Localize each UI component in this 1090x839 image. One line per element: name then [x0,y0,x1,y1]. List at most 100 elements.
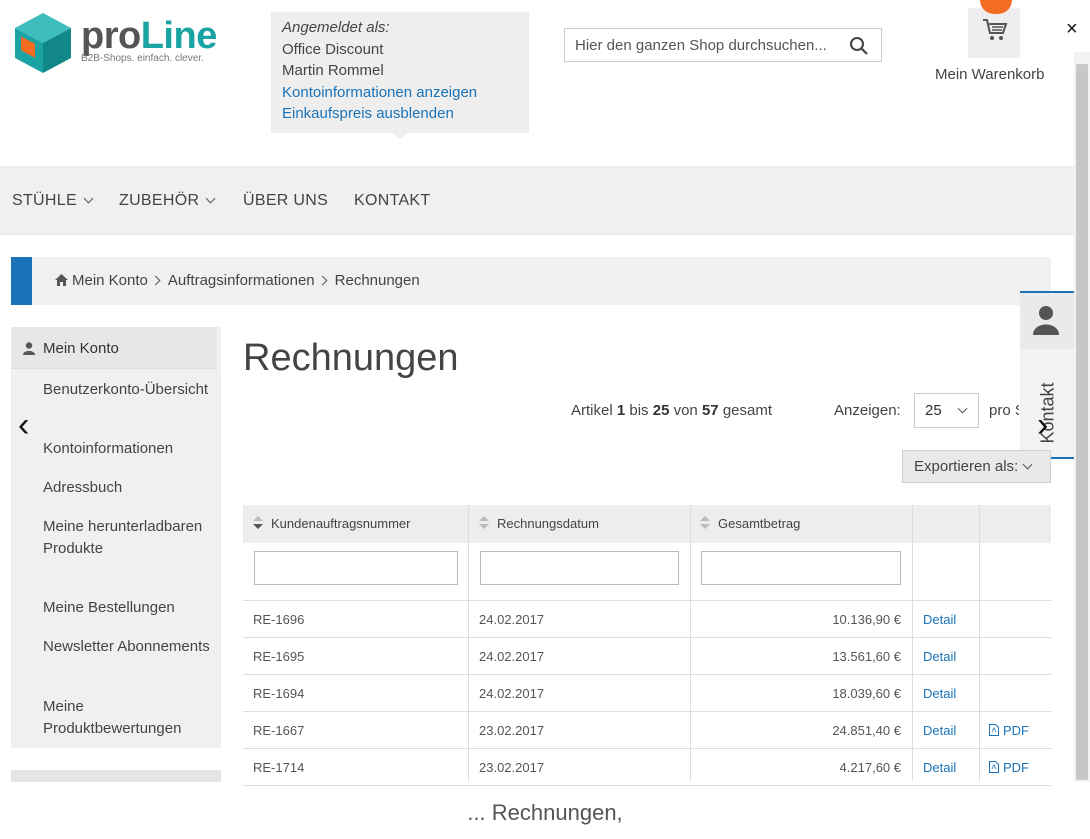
page-title: Rechnungen [243,337,459,379]
logo-tagline: B2B-Shops. einfach. clever. [81,53,204,64]
cell-total: 4.217,60 € [839,760,901,775]
cart-label[interactable]: Mein Warenkorb [935,66,1044,83]
nav-item-zubehoer[interactable]: ZUBEHÖR [119,192,216,210]
cell-order-number: RE-1695 [253,649,305,664]
table-row: RE-1695 24.02.2017 13.561,60 € Detail [243,638,1051,675]
sort-icon [700,516,710,530]
chevron-down-icon [205,193,216,204]
home-icon[interactable] [55,274,68,286]
cell-invoice-date: 24.02.2017 [479,686,545,701]
search-icon[interactable] [849,36,869,56]
breadcrumb-order-info[interactable]: Auftragsinformationen [168,272,315,289]
sidebar-item-orders[interactable]: Meine Bestellungen [43,597,213,619]
user-icon [23,342,35,355]
breadcrumb-my-account[interactable]: Mein Konto [72,272,148,289]
sidebar-item-address-book[interactable]: Adressbuch [43,477,213,499]
col-header-invoice-date[interactable]: Rechnungsdatum [479,516,599,531]
col-header-total[interactable]: Gesamtbetrag [700,516,800,531]
nav-item-kontakt[interactable]: KONTAKT [354,192,430,210]
user-icon [1033,306,1059,335]
detail-link[interactable]: Detail [923,686,956,701]
main-navigation: STÜHLE ZUBEHÖR ÜBER UNS KONTAKT [0,166,1074,235]
breadcrumb-accent-bar [11,257,32,305]
cell-total: 13.561,60 € [832,649,901,664]
detail-link[interactable]: Detail [923,649,956,664]
table-header: Kundenauftragsnummer Rechnungsdatum Gesa… [243,505,1051,543]
login-info: Angemeldet als: Office Discount Martin R… [271,12,529,140]
cell-invoice-date: 23.02.2017 [479,760,545,775]
arrow-left-icon[interactable]: ‹ [18,406,29,445]
pdf-icon [989,724,999,736]
sidebar-item-account-info[interactable]: Kontoinformationen [43,438,213,460]
login-label: Angemeldet als: [282,19,390,36]
search-box [564,28,882,62]
chevron-down-icon [1022,459,1033,470]
cell-order-number: RE-1696 [253,612,305,627]
cell-total: 10.136,90 € [832,612,901,627]
breadcrumb: Mein Konto Auftragsinformationen Rechnunge… [11,257,1051,305]
cart-icon[interactable] [982,18,1008,42]
cell-invoice-date: 24.02.2017 [479,612,545,627]
column-divider [912,505,913,781]
logo[interactable]: proLine B2B-Shops. einfach. clever. [11,11,226,77]
table-row: RE-1696 24.02.2017 10.136,90 € Detail [243,601,1051,638]
sort-icon [253,516,263,530]
limit-select[interactable]: 25 [914,393,979,428]
chevron-right-icon [317,275,328,286]
kontakt-icon-box [1020,293,1074,349]
scrollbar-thumb[interactable] [1076,64,1088,780]
chevron-right-icon [150,275,161,286]
close-icon[interactable]: × [1066,18,1078,41]
cell-invoice-date: 23.02.2017 [479,723,545,738]
pdf-link[interactable]: PDF [989,723,1029,738]
sort-icon [479,516,489,530]
sidebar-item-overview[interactable]: Benutzerkonto-Übersicht [43,379,213,401]
show-label: Anzeigen: [834,402,901,419]
column-divider [468,505,469,781]
cell-invoice-date: 24.02.2017 [479,649,545,664]
filter-total-input[interactable] [701,551,901,585]
filter-order-number-input[interactable] [254,551,458,585]
sidebar-block [11,770,221,782]
cell-order-number: RE-1694 [253,686,305,701]
logo-cube-icon [15,13,71,73]
cell-total: 18.039,60 € [832,686,901,701]
detail-link[interactable]: Detail [923,723,956,738]
pager-info: Artikel 1 bis 25 von 57 gesamt [571,402,773,419]
nav-item-stuehle[interactable]: STÜHLE [12,192,94,210]
sidebar-header: Mein Konto [11,327,217,369]
logo-text: proLine [81,15,217,57]
cell-order-number: RE-1714 [253,760,305,775]
sidebar-item-reviews[interactable]: Meine Produktbewertungen [43,696,213,739]
nav-item-ueber-uns[interactable]: ÜBER UNS [243,192,328,210]
column-divider [979,505,980,781]
table-row: RE-1667 23.02.2017 24.851,40 € Detail PD… [243,712,1051,749]
login-company: Office Discount [282,40,384,58]
table-row: RE-1714 23.02.2017 4.217,60 € Detail PDF [243,749,1051,786]
account-sidebar: Mein Konto Benutzerkonto-Übersicht Konto… [11,327,221,748]
sidebar-title: Mein Konto [43,340,119,357]
pdf-icon [989,761,999,773]
detail-link[interactable]: Detail [923,612,956,627]
chevron-down-icon [83,193,94,204]
filter-invoice-date-input[interactable] [480,551,679,585]
caption: ... Rechnungen, [467,800,623,825]
detail-link[interactable]: Detail [923,760,956,775]
breadcrumb-current: Rechnungen [334,272,420,289]
sidebar-item-newsletter[interactable]: Newsletter Abonnements [43,636,213,658]
search-input[interactable] [565,29,845,61]
login-user: Martin Rommel [282,62,384,79]
hide-price-link[interactable]: Einkaufspreis ausblenden [282,103,518,125]
col-header-order-number[interactable]: Kundenauftragsnummer [253,516,410,531]
cell-order-number: RE-1667 [253,723,305,738]
cell-total: 24.851,40 € [832,723,901,738]
pdf-link[interactable]: PDF [989,760,1029,775]
chevron-down-icon [957,403,968,414]
per-page-label: pro Seite [989,402,1019,419]
arrow-right-icon[interactable]: › [1037,406,1048,445]
sidebar-item-downloads[interactable]: Meine herunterladbaren Produkte [43,516,213,559]
account-info-link[interactable]: Kontoinformationen anzeigen [282,82,518,104]
column-divider [690,505,691,781]
export-button[interactable]: Exportieren als: [902,450,1051,483]
table-row: RE-1694 24.02.2017 18.039,60 € Detail [243,675,1051,712]
